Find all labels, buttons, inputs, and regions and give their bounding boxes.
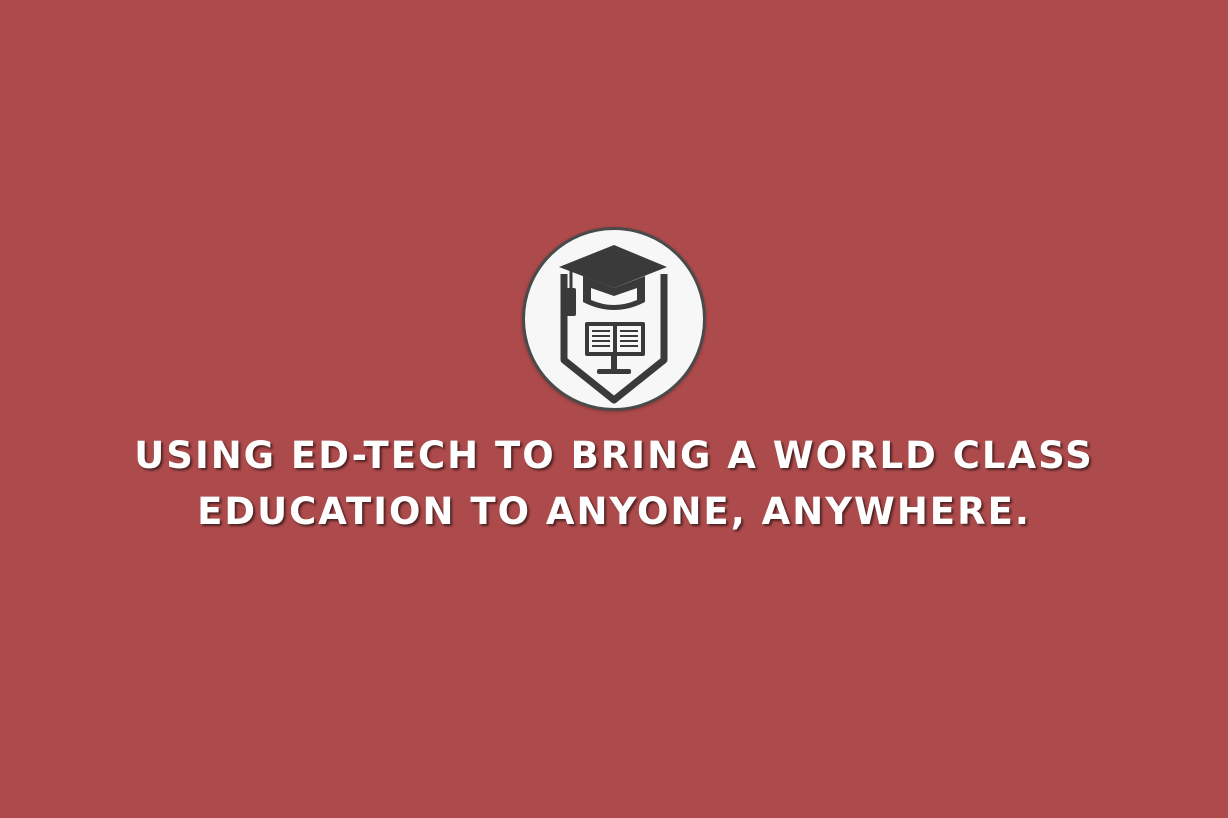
tagline-line-1: USING ED-TECH TO BRING A WORLD CLASS (134, 434, 1094, 477)
tagline: USING ED-TECH TO BRING A WORLD CLASS EDU… (60, 428, 1168, 540)
graduation-cap-shield-book-icon (559, 245, 668, 404)
hero-section: USING ED-TECH TO BRING A WORLD CLASS EDU… (0, 0, 1228, 818)
tagline-line-2: EDUCATION TO ANYONE, ANYWHERE. (197, 490, 1031, 533)
logo-badge (522, 227, 706, 411)
